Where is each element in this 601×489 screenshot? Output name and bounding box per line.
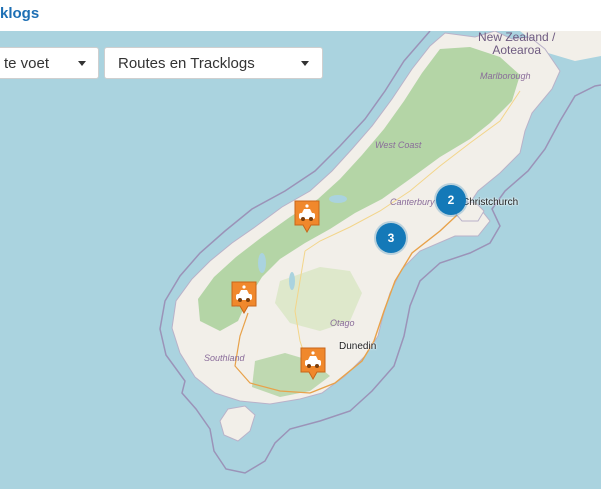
page-title: klogs: [0, 5, 40, 22]
mode-dropdown[interactable]: te voet: [0, 47, 99, 79]
lake: [289, 272, 295, 290]
region-label-otago: Otago: [330, 318, 355, 328]
mode-dropdown-value: te voet: [4, 55, 50, 72]
country-label: New Zealand / Aotearoa: [478, 31, 555, 57]
marker-cluster[interactable]: 3: [376, 223, 406, 253]
region-label-canterbury: Canterbury: [390, 197, 435, 207]
city-label-christchurch: Christchurch: [462, 197, 519, 208]
lake: [258, 253, 266, 273]
city-label-dunedin: Dunedin: [339, 341, 377, 352]
region-label-marlborough: Marlborough: [480, 71, 531, 81]
route-marker[interactable]: [231, 281, 257, 314]
route-marker[interactable]: [294, 200, 320, 233]
map[interactable]: New Zealand / Aotearoa Marlborough West …: [0, 31, 601, 489]
map-canvas[interactable]: [0, 31, 601, 489]
car-route-icon: [294, 200, 320, 233]
country-label-line2: Aotearoa: [492, 43, 542, 57]
region-label-west-coast: West Coast: [375, 140, 422, 150]
caret-down-icon: [301, 61, 309, 66]
region-label-southland: Southland: [204, 353, 245, 363]
lake: [329, 195, 347, 203]
type-dropdown[interactable]: Routes en Tracklogs: [104, 47, 323, 79]
type-dropdown-value: Routes en Tracklogs: [118, 55, 255, 72]
car-route-icon: [231, 281, 257, 314]
marker-cluster[interactable]: 2: [436, 185, 466, 215]
car-route-icon: [300, 347, 326, 380]
route-marker[interactable]: [300, 347, 326, 380]
caret-down-icon: [78, 61, 86, 66]
header: klogs: [0, 0, 601, 31]
